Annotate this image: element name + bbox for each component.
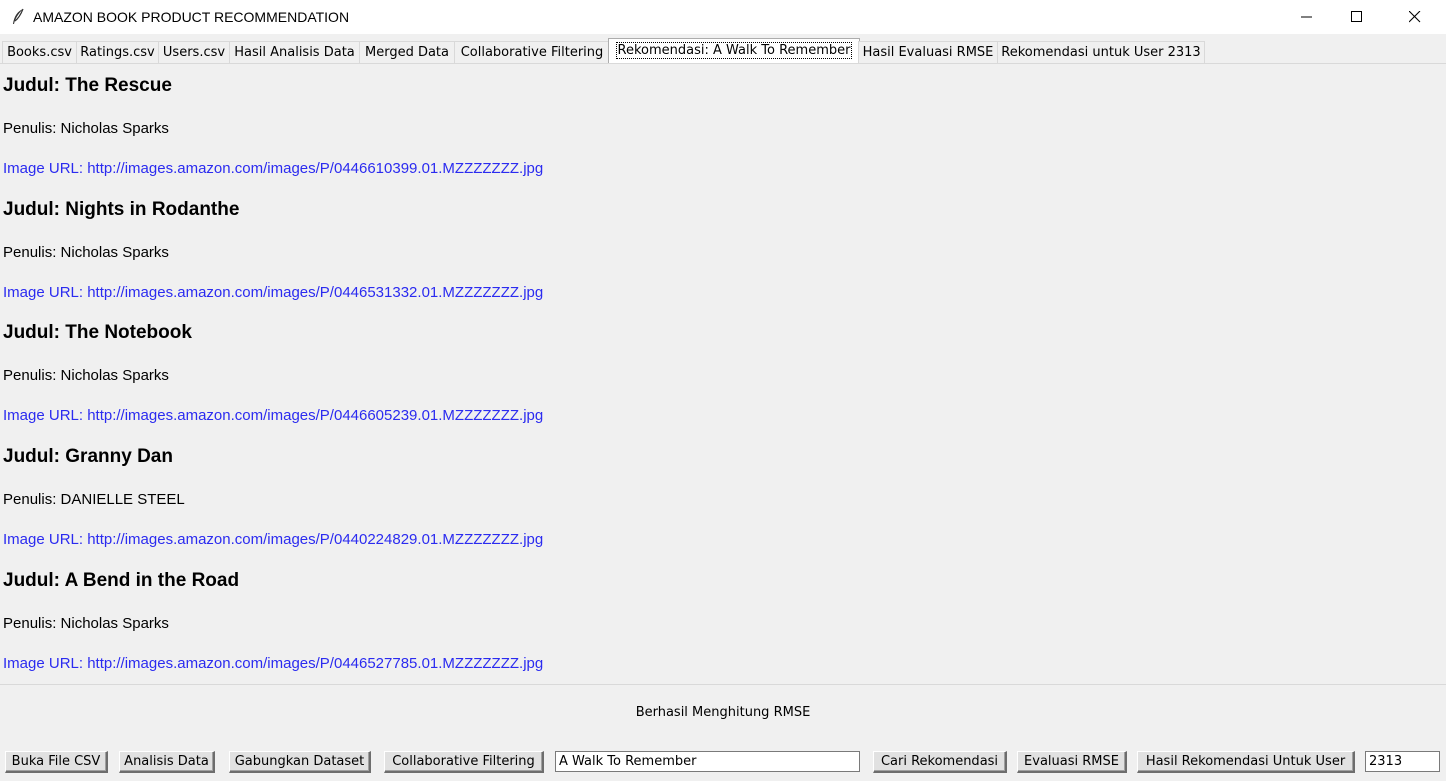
- book-title: Judul: The Notebook: [3, 322, 192, 343]
- tab-bar: Books.csv Ratings.csv Users.csv Hasil An…: [0, 38, 1446, 64]
- book-title: Judul: Nights in Rodanthe: [3, 199, 240, 220]
- open-csv-button[interactable]: Buka File CSV: [5, 751, 108, 773]
- close-icon: [1409, 11, 1421, 23]
- book-image-url[interactable]: Image URL: http://images.amazon.com/imag…: [3, 407, 543, 424]
- book-image-url[interactable]: Image URL: http://images.amazon.com/imag…: [3, 655, 543, 672]
- book-author: Penulis: Nicholas Sparks: [3, 367, 169, 384]
- minimize-icon: [1301, 16, 1312, 18]
- merge-dataset-button[interactable]: Gabungkan Dataset: [229, 751, 371, 773]
- tab-rekomendasi-untuk-user[interactable]: Rekomendasi untuk User 2313: [997, 41, 1205, 63]
- minimize-button[interactable]: [1284, 0, 1330, 34]
- tab-users-csv[interactable]: Users.csv: [158, 41, 230, 63]
- tab-rekomendasi-walk-to-remember[interactable]: Rekomendasi: A Walk To Remember: [608, 38, 860, 64]
- book-image-url[interactable]: Image URL: http://images.amazon.com/imag…: [3, 531, 543, 548]
- tab-hasil-evaluasi-rmse[interactable]: Hasil Evaluasi RMSE: [858, 41, 998, 63]
- book-title: Judul: The Rescue: [3, 75, 172, 96]
- book-title: Judul: Granny Dan: [3, 446, 173, 467]
- analyze-data-button[interactable]: Analisis Data: [119, 751, 215, 773]
- evaluate-rmse-button[interactable]: Evaluasi RMSE: [1017, 751, 1127, 773]
- book-author: Penulis: Nicholas Sparks: [3, 244, 169, 261]
- book-image-url[interactable]: Image URL: http://images.amazon.com/imag…: [3, 160, 543, 177]
- book-title: Judul: A Bend in the Road: [3, 570, 240, 591]
- tab-hasil-analisis-data[interactable]: Hasil Analisis Data: [229, 41, 360, 63]
- tab-books-csv[interactable]: Books.csv: [2, 41, 77, 63]
- feather-icon: [13, 8, 24, 24]
- collaborative-filtering-button[interactable]: Collaborative Filtering: [384, 751, 544, 773]
- close-button[interactable]: [1392, 0, 1438, 34]
- book-author: Penulis: DANIELLE STEEL: [3, 491, 185, 508]
- title-bar: AMAZON BOOK PRODUCT RECOMMENDATION: [0, 0, 1446, 34]
- search-recommendation-button[interactable]: Cari Rekomendasi: [873, 751, 1007, 773]
- book-image-url[interactable]: Image URL: http://images.amazon.com/imag…: [3, 284, 543, 301]
- book-author: Penulis: Nicholas Sparks: [3, 120, 169, 137]
- book-author: Penulis: Nicholas Sparks: [3, 615, 169, 632]
- tab-merged-data[interactable]: Merged Data: [359, 41, 455, 63]
- user-id-input[interactable]: 2313: [1365, 751, 1440, 772]
- window-title: AMAZON BOOK PRODUCT RECOMMENDATION: [33, 9, 350, 25]
- tab-ratings-csv[interactable]: Ratings.csv: [76, 41, 159, 63]
- maximize-button[interactable]: [1334, 0, 1380, 34]
- book-title-input[interactable]: A Walk To Remember: [555, 751, 860, 772]
- user-recommendation-button[interactable]: Hasil Rekomendasi Untuk User: [1137, 751, 1355, 773]
- maximize-icon: [1351, 11, 1362, 22]
- tab-collaborative-filtering[interactable]: Collaborative Filtering: [454, 41, 610, 63]
- status-label: Berhasil Menghitung RMSE: [635, 705, 811, 720]
